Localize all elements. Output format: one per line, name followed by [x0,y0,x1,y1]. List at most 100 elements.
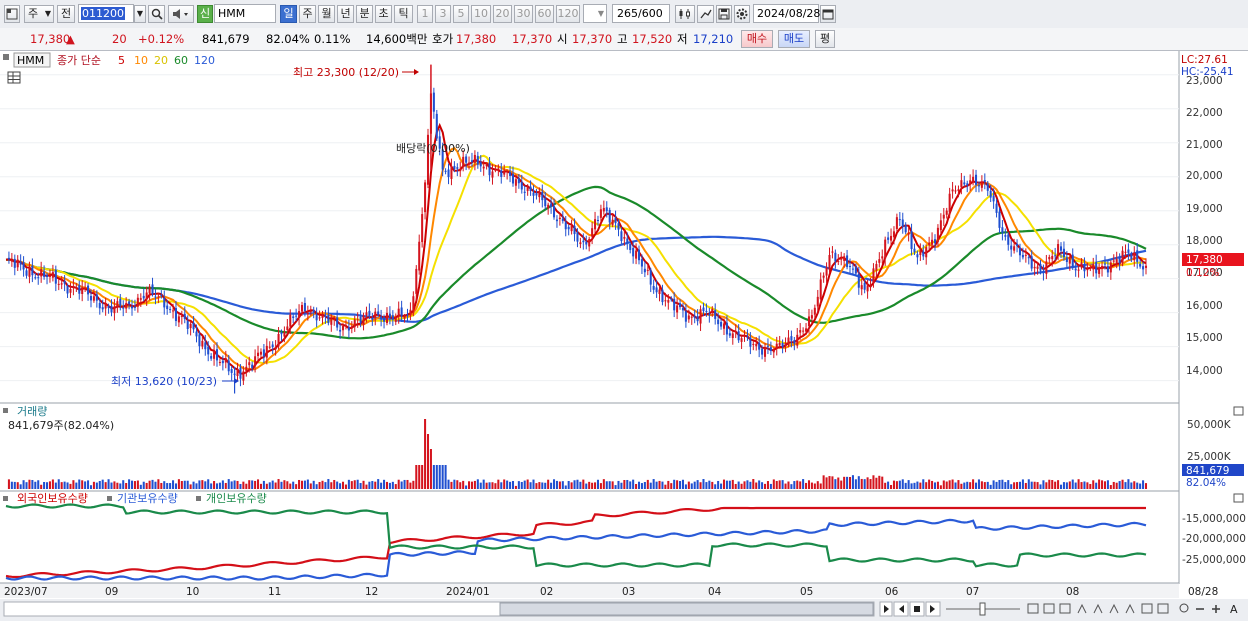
candle-body [957,189,960,191]
trendline-icon[interactable] [697,5,714,23]
price-tag-text: 17,380 [1186,254,1223,266]
candle-body [447,169,450,178]
volume-bar [611,481,614,489]
period-week-button[interactable]: 주 [299,5,316,23]
count-field[interactable]: 265/600 [612,4,670,23]
y-axis-area [1179,51,1248,584]
interval-20-button[interactable]: 20 [493,5,512,23]
volume-bar [793,481,796,489]
candle-body [652,286,655,290]
interval-5-button[interactable]: 5 [453,5,469,23]
market-select[interactable]: 주 ▼ [24,5,54,23]
candle-body [1065,257,1068,262]
volume-bar [1065,482,1068,489]
interval-10-button[interactable]: 10 [471,5,491,23]
date-field[interactable]: 2024/08/28 [753,4,820,23]
period-day-button[interactable]: 일 [280,5,297,23]
volume-bar [1030,481,1033,489]
volume-bar [901,479,904,489]
candle-body [901,219,904,227]
candle-body [547,204,550,209]
vol-y-50000: 50,000K [1187,419,1232,431]
buy-button[interactable]: 매수 [741,30,773,48]
volume-bar [19,484,22,489]
holding-close-icon[interactable] [1233,493,1244,503]
volume-bar [784,483,787,489]
volume-bar [805,482,808,489]
window-menu-icon[interactable] [4,5,20,23]
speaker-icon[interactable] [168,5,194,23]
volume-bar [350,481,353,489]
volume-bar [676,480,679,489]
search-icon[interactable] [148,5,165,23]
interval-custom-select[interactable]: ▼ [583,4,607,23]
new-listing-badge[interactable]: 신 [197,5,213,23]
period-year-button[interactable]: 년 [337,5,354,23]
candle-body [573,225,576,235]
volume-bar [857,476,860,489]
volume-bar [960,483,963,489]
chart-canvas[interactable]: 2023/07 09 10 11 12 2024/01 02 03 04 05 … [0,51,1248,621]
volume-bar [113,481,116,489]
font-size-icon[interactable]: A [1230,603,1238,616]
volume-bar [907,480,910,489]
calendar-icon[interactable] [820,5,836,23]
interval-3-button[interactable]: 3 [435,5,451,23]
candle-type-icon[interactable] [675,5,695,23]
candle-body [192,322,195,330]
x-label-08: 08 [1066,586,1079,598]
interval-60-button[interactable]: 60 [535,5,554,23]
candle-body [40,269,43,277]
volume-bar [848,477,852,489]
interval-120-button[interactable]: 120 [556,5,580,23]
bid-price: 17,370 [512,32,553,46]
interval-30-button[interactable]: 30 [514,5,533,23]
hold-y-20m: -20,000,000 [1182,533,1246,545]
stock-name-field[interactable]: HMM [214,4,276,23]
volume-bar [599,483,602,489]
legend-stock-name: HMM [17,54,44,67]
candle-body [846,255,849,268]
candle-body [629,244,632,250]
period-tick-button[interactable]: 틱 [394,5,413,23]
scroll-thumb[interactable] [499,602,874,616]
holding-panel-collapse-icon[interactable] [3,496,8,501]
evaluation-button[interactable]: 평 [815,30,835,48]
volume-panel-collapse-icon[interactable] [3,408,8,413]
volume-bar [696,480,699,489]
prev-button[interactable]: 전 [57,5,75,23]
sell-button[interactable]: 매도 [778,30,810,48]
volume-bar [277,479,280,489]
ask-price: 17,380 [456,32,497,46]
volume-bar [588,481,591,489]
volume-bar [714,484,717,489]
period-month-button[interactable]: 월 [318,5,335,23]
volume-bar [749,481,752,489]
gear-icon[interactable] [734,5,750,23]
candle-body [939,220,942,231]
candle-body [128,301,131,304]
data-table-icon[interactable] [7,71,21,84]
volume-bar [529,482,532,489]
volume-bar [851,475,854,489]
period-minute-button[interactable]: 분 [356,5,373,23]
code-input[interactable]: 011200 [78,4,134,23]
candle-body [1089,267,1092,269]
period-second-button[interactable]: 초 [375,5,392,23]
legend-ma-120: 120 [194,54,215,67]
pct-tag-text: 0.12% [1186,267,1219,279]
volume-bar [139,484,142,489]
code-dropdown-icon[interactable]: ▼ [134,5,146,23]
volume-close-icon[interactable] [1233,406,1244,416]
volume-bar [359,483,362,489]
interval-1-button[interactable]: 1 [417,5,433,23]
candle-body [755,343,758,347]
volume-bar [303,480,306,489]
candle-body [667,300,670,303]
save-icon[interactable] [716,5,732,23]
volume-bar [699,482,702,489]
candle-body [541,191,544,201]
zoom-slider-handle[interactable] [979,602,986,616]
candle-body [922,251,925,257]
panel-collapse-icon[interactable] [3,54,9,60]
